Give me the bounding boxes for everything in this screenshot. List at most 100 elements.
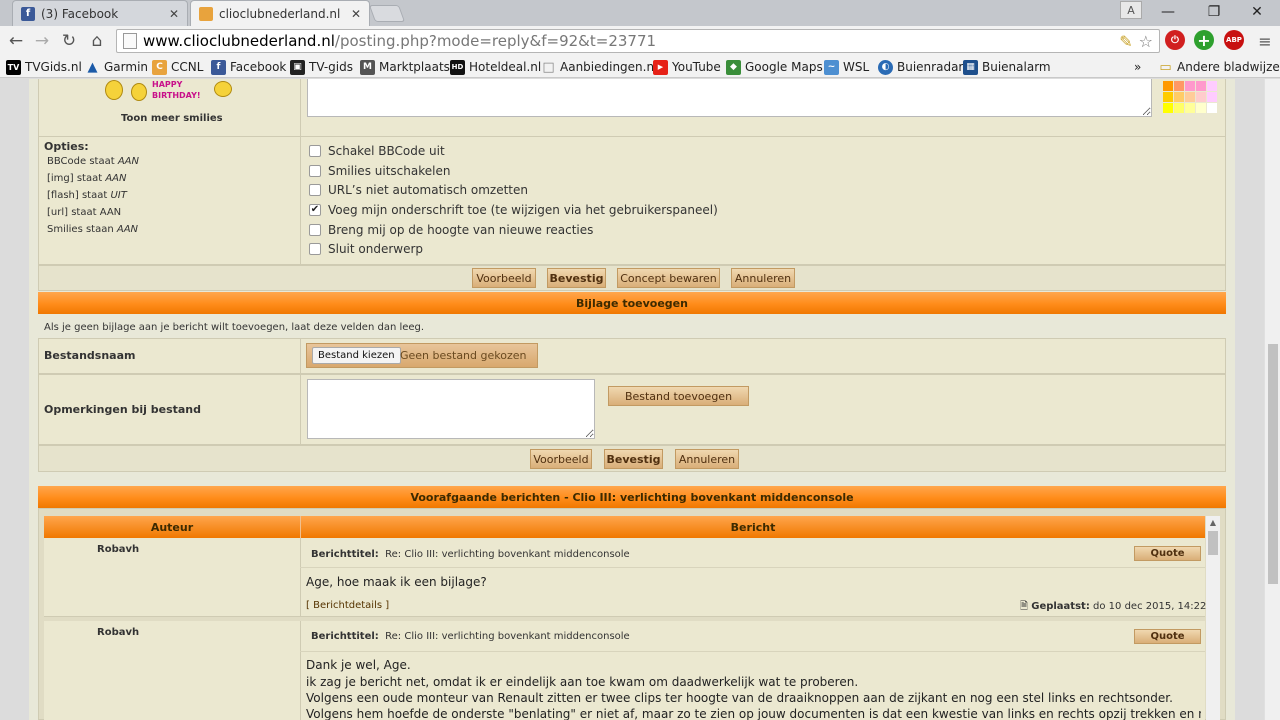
stop-extension-icon[interactable]: ⏻ (1165, 30, 1185, 50)
file-input[interactable]: Bestand kiezen Geen bestand gekozen (306, 343, 538, 368)
bookmark-aanbiedingen[interactable]: □ Aanbiedingen.nl (541, 58, 657, 76)
attachment-hint: Als je geen bijlage aan je bericht wilt … (38, 314, 1226, 338)
minimize-icon[interactable]: — (1145, 0, 1191, 24)
checkbox-label: Voeg mijn onderschrift toe (te wijzigen … (328, 203, 718, 217)
post-author[interactable]: Robavh (97, 627, 139, 638)
checkbox[interactable] (309, 224, 321, 236)
address-bar[interactable]: www.clioclubnederland.nl/posting.php?mod… (116, 29, 1160, 53)
close-icon[interactable]: ✕ (169, 7, 179, 21)
jester-smiley-icon[interactable] (105, 80, 123, 100)
more-smilies-link[interactable]: Toon meer smilies (121, 113, 223, 124)
quote-button[interactable]: Quote (1134, 629, 1201, 644)
tab-clioclub[interactable]: clioclubnederland.nl • Pla ✕ (190, 0, 370, 26)
reload-icon[interactable]: ↻ (58, 30, 80, 52)
cancel-button[interactable]: Annuleren (675, 449, 739, 469)
scroll-thumb[interactable] (1208, 531, 1218, 555)
youtube-icon: ▶ (653, 59, 668, 75)
bookmark-label: TVGids.nl (25, 60, 82, 74)
google-maps-icon: ◆ (726, 59, 741, 75)
star-icon[interactable]: ☆ (1139, 32, 1153, 51)
option-disable-smilies[interactable]: Smilies uitschakelen (309, 162, 450, 180)
forward-icon[interactable]: → (31, 30, 53, 52)
menu-icon[interactable]: ≡ (1254, 30, 1276, 52)
checkbox[interactable] (309, 243, 321, 255)
bookmark-google-maps[interactable]: ◆ Google Maps (726, 58, 823, 76)
submit-button[interactable]: Bevestig (547, 268, 606, 288)
bookmark-buienalarm[interactable]: ▦ Buienalarm (963, 58, 1051, 76)
bookmark-facebook[interactable]: f Facebook (211, 58, 286, 76)
bookmark-label: Buienradar (897, 60, 964, 74)
checkbox-label: URL’s niet automatisch omzetten (328, 183, 528, 197)
smiley-icon[interactable] (131, 83, 147, 101)
bookmark-wsl[interactable]: ~ WSL (824, 58, 869, 76)
option-no-url-parse[interactable]: URL’s niet automatisch omzetten (309, 181, 528, 199)
bookmark-tv-gids[interactable]: ▣ TV-gids (290, 58, 353, 76)
bookmark-label: Google Maps (745, 60, 823, 74)
page-scroll-thumb[interactable] (1268, 344, 1278, 584)
scroll-up-icon[interactable]: ▲ (1206, 516, 1220, 530)
posts-scrollbar[interactable]: ▲ (1206, 516, 1220, 720)
birthday-smiley[interactable]: HAPPY BIRTHDAY! (152, 79, 212, 101)
url-path: /posting.php?mode=reply&f=92&t=23771 (334, 32, 657, 50)
bookmark-youtube[interactable]: ▶ YouTube (653, 58, 721, 76)
post-subject: Berichttitel: Re: Clio III: verlichting … (311, 549, 630, 560)
bookmark-tvgids[interactable]: TV TVGids.nl (6, 58, 82, 76)
page-scrollbar[interactable] (1264, 79, 1280, 720)
option-lock-topic[interactable]: Sluit onderwerp (309, 240, 423, 258)
bookmark-marktplaats[interactable]: M Marktplaats (360, 58, 450, 76)
add-file-button[interactable]: Bestand toevoegen (608, 386, 749, 406)
paint-icon[interactable]: ✎ (1119, 32, 1132, 51)
filename-label: Bestandsnaam (44, 349, 136, 362)
option-disable-bbcode[interactable]: Schakel BBCode uit (309, 142, 445, 160)
save-draft-button[interactable]: Concept bewaren (617, 268, 720, 288)
tab-facebook[interactable]: f (3) Facebook ✕ (12, 0, 188, 26)
adblock-icon[interactable]: ABP (1224, 30, 1244, 50)
checkbox[interactable] (309, 165, 321, 177)
post-date: 🗎 Geplaatst: do 10 dec 2015, 14:22 (1020, 601, 1207, 612)
checkbox[interactable] (309, 184, 321, 196)
profile-button[interactable]: A (1120, 1, 1142, 19)
party-smiley-icon[interactable] (214, 81, 232, 97)
bookmarks-overflow-button[interactable]: » (1134, 58, 1141, 76)
close-window-icon[interactable]: ✕ (1234, 0, 1280, 24)
bookmark-garmin[interactable]: ▲ Garmin (85, 58, 149, 76)
bookmark-hoteldeal[interactable]: HD Hoteldeal.nl (450, 58, 541, 76)
options-title: Opties: (44, 140, 89, 153)
checkbox-label: Sluit onderwerp (328, 242, 424, 256)
bookmark-buienradar[interactable]: ◐ Buienradar (878, 58, 963, 76)
option-notify-replies[interactable]: Breng mij op de hoogte van nieuwe reacti… (309, 221, 593, 239)
preview-button[interactable]: Voorbeeld (530, 449, 592, 469)
checkbox-checked[interactable]: ✔ (309, 204, 321, 216)
post-body-line: ik zag je bericht net, omdat ik er einde… (306, 675, 859, 689)
bookmark-ccnl[interactable]: C CCNL (152, 58, 203, 76)
other-bookmarks[interactable]: ▭ Andere bladwijzers (1158, 58, 1280, 76)
submit-button[interactable]: Bevestig (604, 449, 663, 469)
plus-extension-icon[interactable]: + (1194, 30, 1214, 50)
bookmark-label: Garmin (104, 60, 149, 74)
quote-button[interactable]: Quote (1134, 546, 1201, 561)
cancel-button[interactable]: Annuleren (731, 268, 795, 288)
post-author-cell (44, 538, 300, 617)
color-palette[interactable] (1163, 81, 1221, 113)
message-textarea[interactable] (307, 79, 1152, 117)
bookmark-label: TV-gids (309, 60, 353, 74)
back-icon[interactable]: ← (5, 30, 27, 52)
url-host: www.clioclubnederland.nl (143, 32, 335, 50)
garmin-icon: ▲ (87, 59, 98, 75)
choose-file-button[interactable]: Bestand kiezen (312, 347, 401, 364)
option-attach-signature[interactable]: ✔ Voeg mijn onderschrift toe (te wijzigen… (309, 201, 718, 219)
no-file-text: Geen bestand gekozen (400, 349, 527, 362)
close-icon[interactable]: ✕ (351, 7, 361, 21)
file-comment-textarea[interactable] (307, 379, 595, 439)
post-author[interactable]: Robavh (97, 544, 139, 555)
preview-button[interactable]: Voorbeeld (472, 268, 536, 288)
post-details-link[interactable]: [ Berichtdetails ] (306, 600, 389, 611)
maximize-icon[interactable]: ❐ (1191, 0, 1237, 24)
checkbox[interactable] (309, 145, 321, 157)
home-icon[interactable]: ⌂ (86, 30, 108, 52)
buienradar-icon: ◐ (878, 59, 893, 75)
checkbox-label: Breng mij op de hoogte van nieuwe reacti… (328, 223, 594, 237)
previous-posts-header: Voorafgaande berichten - Clio III: verli… (38, 486, 1226, 508)
new-tab-button[interactable] (368, 5, 406, 22)
bookmark-label: Hoteldeal.nl (469, 60, 542, 74)
